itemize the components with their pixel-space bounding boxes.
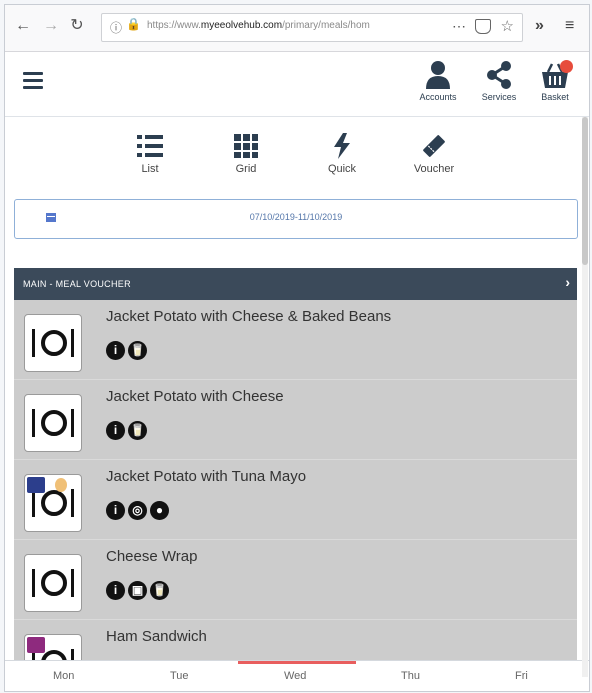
browser-toolbar: ← → ↻ ⓘ 🔒 https://www.myeeolvehub.com/pr… bbox=[5, 5, 589, 52]
basket-count-badge bbox=[560, 60, 573, 73]
back-icon[interactable]: ← bbox=[11, 14, 35, 38]
app-header: Accounts Services Basket bbox=[5, 52, 589, 117]
date-range-text: 07/10/2019-11/10/2019 bbox=[249, 212, 343, 222]
address-bar[interactable]: ⓘ 🔒 https://www.myeeolvehub.com/primary/… bbox=[101, 13, 523, 42]
allergen-icons: i 🥛 bbox=[106, 421, 150, 443]
egg-icon: ◎ bbox=[128, 501, 147, 520]
meal-item[interactable]: Jacket Potato with Tuna Mayo i ◎ ● bbox=[14, 460, 577, 540]
fish-tag-icon bbox=[27, 477, 45, 493]
view-toggle-bar: List Grid Quick Voucher bbox=[5, 117, 589, 199]
browser-window: ← → ↻ ⓘ 🔒 https://www.myeeolvehub.com/pr… bbox=[4, 4, 590, 692]
plate-cutlery-icon bbox=[32, 569, 74, 597]
meal-image bbox=[24, 394, 82, 452]
ticket-icon bbox=[423, 135, 445, 157]
hamburger-menu-icon[interactable] bbox=[23, 72, 43, 89]
info-icon[interactable]: i bbox=[106, 581, 125, 600]
view-list-button[interactable]: List bbox=[120, 133, 180, 175]
basket-label: Basket bbox=[541, 92, 569, 102]
browser-menu-icon[interactable]: ≡ bbox=[565, 17, 574, 35]
services-label: Services bbox=[481, 92, 517, 102]
info-icon[interactable]: i bbox=[106, 341, 125, 360]
allergen-icons: i 🥛 bbox=[106, 341, 150, 363]
allergen-icons: i ◎ ● bbox=[106, 501, 172, 523]
person-icon bbox=[426, 61, 450, 89]
view-quick-button[interactable]: Quick bbox=[312, 133, 372, 175]
fish-icon: ● bbox=[150, 501, 169, 520]
allergen-icons: i ▣ 🥛 bbox=[106, 581, 172, 603]
category-header[interactable]: MAIN - MEAL VOUCHER › bbox=[14, 268, 577, 300]
meal-list: Jacket Potato with Cheese & Baked Beans … bbox=[14, 300, 577, 660]
url-text[interactable]: https://www.myeeolvehub.com/primary/meal… bbox=[147, 20, 427, 31]
list-icon bbox=[137, 135, 163, 157]
day-tabs: Mon Tue Wed Thu Fri bbox=[5, 660, 589, 691]
plate-cutlery-icon bbox=[32, 409, 74, 437]
pocket-icon[interactable] bbox=[475, 19, 491, 34]
bolt-icon bbox=[334, 133, 350, 159]
meal-name: Jacket Potato with Cheese & Baked Beans bbox=[106, 308, 392, 325]
info-icon[interactable]: i bbox=[106, 501, 125, 520]
view-grid-label: Grid bbox=[235, 163, 257, 175]
egg-tag-icon bbox=[55, 478, 67, 492]
services-button[interactable]: Services bbox=[473, 58, 525, 112]
info-icon[interactable]: i bbox=[106, 421, 125, 440]
view-quick-label: Quick bbox=[327, 163, 357, 175]
milk-icon: 🥛 bbox=[150, 581, 169, 600]
reload-icon[interactable]: ↻ bbox=[65, 14, 89, 38]
tab-wed[interactable]: Wed bbox=[284, 670, 306, 682]
gluten-icon: ▣ bbox=[128, 581, 147, 600]
meal-image bbox=[24, 474, 82, 532]
toolbar-overflow-icon[interactable]: » bbox=[535, 17, 544, 35]
bookmark-star-icon[interactable]: ☆ bbox=[501, 17, 514, 35]
meal-image bbox=[24, 554, 82, 612]
meal-name: Cheese Wrap bbox=[106, 548, 198, 565]
tab-thu[interactable]: Thu bbox=[401, 670, 420, 682]
view-voucher-label: Voucher bbox=[413, 163, 455, 175]
tab-mon[interactable]: Mon bbox=[53, 670, 74, 682]
date-range-picker[interactable]: 07/10/2019-11/10/2019 bbox=[14, 199, 578, 239]
milk-icon: 🥛 bbox=[128, 341, 147, 360]
share-icon bbox=[487, 61, 511, 89]
basket-button[interactable]: Basket bbox=[529, 58, 581, 112]
page-actions-icon[interactable]: ⋯ bbox=[452, 18, 467, 35]
meal-name: Jacket Potato with Cheese bbox=[106, 388, 284, 405]
info-icon[interactable]: ⓘ bbox=[110, 19, 122, 36]
meal-name: Ham Sandwich bbox=[106, 628, 207, 645]
lock-icon: 🔒 bbox=[126, 17, 141, 31]
tab-fri[interactable]: Fri bbox=[515, 670, 528, 682]
category-title: MAIN - MEAL VOUCHER bbox=[23, 279, 131, 289]
meal-item[interactable]: Jacket Potato with Cheese & Baked Beans … bbox=[14, 300, 577, 380]
meal-item[interactable]: Cheese Wrap i ▣ 🥛 bbox=[14, 540, 577, 620]
scrollbar-thumb[interactable] bbox=[582, 117, 588, 265]
view-list-label: List bbox=[141, 163, 159, 175]
meal-image bbox=[24, 314, 82, 372]
page-scrollbar[interactable] bbox=[582, 117, 588, 677]
forward-icon[interactable]: → bbox=[39, 14, 63, 38]
meal-image bbox=[24, 634, 82, 660]
milk-icon: 🥛 bbox=[128, 421, 147, 440]
meal-item[interactable]: Jacket Potato with Cheese i 🥛 bbox=[14, 380, 577, 460]
accounts-label: Accounts bbox=[419, 92, 457, 102]
accounts-button[interactable]: Accounts bbox=[412, 58, 464, 112]
tab-tue[interactable]: Tue bbox=[170, 670, 189, 682]
meal-item[interactable]: Ham Sandwich i◎● bbox=[14, 620, 577, 660]
pork-tag-icon bbox=[27, 637, 45, 653]
meal-name: Jacket Potato with Tuna Mayo bbox=[106, 468, 307, 485]
chevron-right-icon[interactable]: › bbox=[565, 274, 570, 290]
view-voucher-button[interactable]: Voucher bbox=[404, 133, 464, 175]
plate-cutlery-icon bbox=[32, 329, 74, 357]
active-day-indicator bbox=[238, 661, 356, 664]
view-grid-button[interactable]: Grid bbox=[216, 133, 276, 175]
grid-icon bbox=[234, 134, 258, 158]
